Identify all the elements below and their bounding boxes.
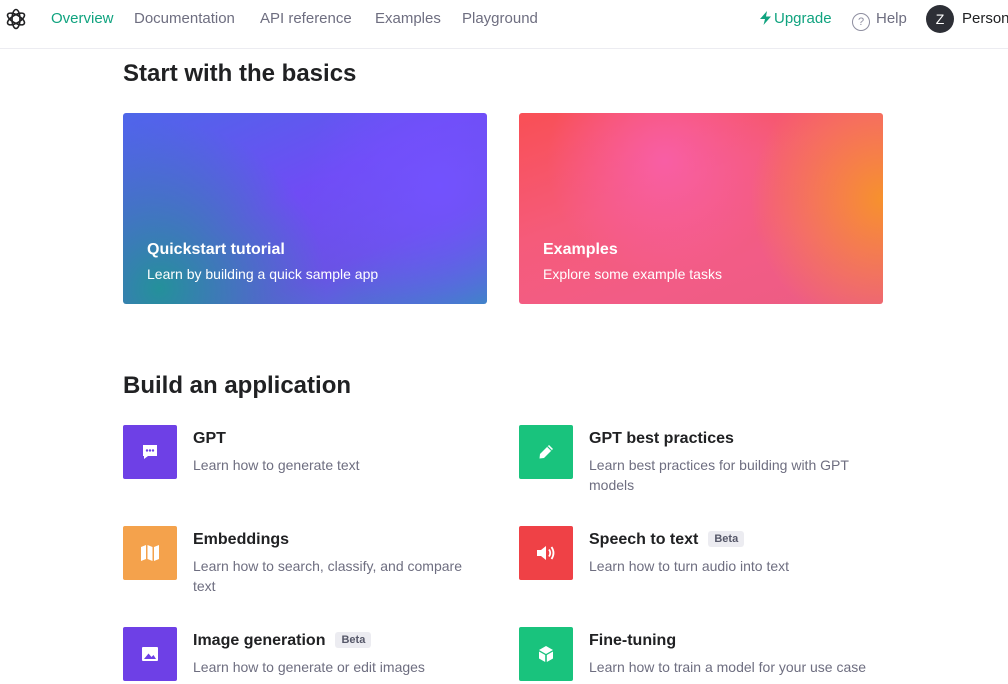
app-title: GPT best practices — [589, 430, 734, 448]
app-title: Speech to text Beta — [589, 531, 745, 549]
upgrade-button[interactable]: Upgrade — [760, 10, 832, 28]
beta-badge: Beta — [335, 632, 372, 648]
quickstart-desc: Learn by building a quick sample app — [147, 266, 379, 282]
app-title: Image generation Beta — [193, 632, 372, 650]
app-tile — [519, 526, 573, 580]
app-tile — [519, 425, 573, 479]
app-tile — [519, 627, 573, 681]
app-desc: Learn best practices for building with G… — [589, 457, 849, 493]
speaker-icon — [537, 546, 555, 560]
app-title-text: Embeddings — [193, 531, 290, 548]
nav-documentation[interactable]: Documentation — [134, 10, 235, 28]
app-desc: Learn how to train a model for your use … — [589, 659, 867, 675]
openai-logo-icon[interactable] — [4, 7, 28, 31]
app-fine-tuning[interactable]: Fine-tuning Learn how to train a model f… — [519, 627, 866, 684]
examples-title: Examples — [543, 241, 618, 258]
quickstart-title: Quickstart tutorial — [147, 241, 285, 258]
app-embeddings[interactable]: Embeddings Learn how to search, classify… — [123, 526, 463, 596]
image-icon — [142, 647, 158, 661]
app-image-generation[interactable]: Image generation Beta Learn how to genera… — [123, 627, 463, 684]
app-desc: Learn how to generate text — [193, 457, 360, 473]
app-desc: Learn how to turn audio into text — [589, 558, 790, 574]
help-label: Help — [876, 10, 907, 27]
app-title: Embeddings — [193, 531, 289, 549]
nav-playground[interactable]: Playground — [462, 10, 538, 28]
upgrade-label: Upgrade — [774, 10, 832, 27]
nav-overview[interactable]: Overview — [51, 10, 114, 28]
help-button[interactable]: ? Help — [852, 10, 907, 31]
quickstart-card[interactable]: Quickstart tutorial Learn by building a … — [123, 113, 487, 304]
app-tile — [123, 425, 177, 479]
avatar[interactable]: Z — [926, 5, 954, 33]
examples-card[interactable]: Examples Explore some example tasks — [519, 113, 883, 304]
beta-badge: Beta — [708, 531, 745, 547]
app-title-text: GPT best practices — [589, 430, 734, 447]
app-gpt-best-practices[interactable]: GPT best practices Learn best practices … — [519, 425, 859, 495]
chat-icon — [143, 445, 157, 459]
basics-heading: Start with the basics — [123, 60, 357, 87]
cube-icon — [539, 646, 553, 662]
app-speech-to-text[interactable]: Speech to text Beta Learn how to turn aud… — [519, 526, 859, 586]
help-icon: ? — [852, 13, 870, 31]
app-title-text: Fine-tuning — [589, 632, 677, 649]
app-title-text: Image generation — [193, 632, 326, 649]
embeddings-icon — [141, 545, 159, 561]
app-title-text: GPT — [193, 430, 226, 447]
user-menu[interactable]: Person — [962, 10, 1008, 28]
app-tile — [123, 526, 177, 580]
app-desc: Learn how to search, classify, and compa… — [193, 558, 462, 594]
app-title: GPT — [193, 430, 226, 448]
app-gpt[interactable]: GPT Learn how to generate text — [123, 425, 463, 485]
nav-examples[interactable]: Examples — [375, 10, 441, 28]
app-title: Fine-tuning — [589, 632, 676, 650]
build-heading: Build an application — [123, 372, 352, 399]
pencil-icon — [539, 445, 553, 459]
top-nav: Overview Documentation API reference Exa… — [0, 0, 1008, 49]
app-tile — [123, 627, 177, 681]
app-desc: Learn how to generate or edit images — [193, 659, 425, 675]
examples-desc: Explore some example tasks — [543, 266, 722, 282]
nav-api-reference[interactable]: API reference — [260, 10, 352, 28]
lightning-icon — [760, 11, 771, 25]
app-title-text: Speech to text — [589, 531, 699, 548]
